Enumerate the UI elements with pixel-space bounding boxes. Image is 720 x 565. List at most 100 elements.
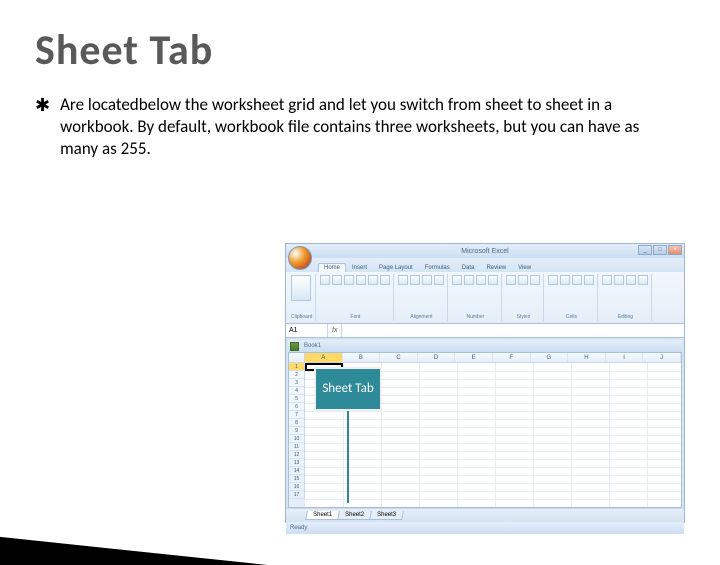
- ribbon-icon[interactable]: [380, 275, 390, 285]
- column-header[interactable]: A: [305, 353, 343, 362]
- status-text: Ready: [290, 525, 307, 531]
- ribbon-tab-review[interactable]: Review: [480, 263, 512, 272]
- ribbon-icon[interactable]: [530, 275, 540, 285]
- ribbon-icon[interactable]: [602, 275, 612, 285]
- ribbon-icon[interactable]: [434, 275, 444, 285]
- column-header[interactable]: F: [493, 353, 531, 362]
- column-headers: ABCDEFGHIJ: [289, 353, 681, 363]
- ribbon-group-editing: Editing: [599, 274, 652, 321]
- app-titlebar: Microsoft Excel _ □ ×: [286, 244, 684, 258]
- ribbon-group-font: Font: [317, 274, 394, 321]
- row-header[interactable]: 10: [289, 435, 305, 443]
- ribbon-icon[interactable]: [332, 275, 342, 285]
- app-title: Microsoft Excel: [461, 248, 508, 255]
- ribbon-icon[interactable]: [464, 275, 474, 285]
- ribbon-icon[interactable]: [626, 275, 636, 285]
- formula-bar: A1 fx: [286, 324, 684, 338]
- row-header[interactable]: 8: [289, 419, 305, 427]
- ribbon-icon[interactable]: [584, 275, 594, 285]
- minimize-button[interactable]: _: [638, 245, 652, 255]
- ribbon-tab-formulas[interactable]: Formulas: [419, 263, 456, 272]
- ribbon-icon[interactable]: [410, 275, 420, 285]
- sheet-tab-sheet1[interactable]: Sheet1: [305, 511, 340, 520]
- close-button[interactable]: ×: [668, 245, 682, 255]
- ribbon-icon[interactable]: [638, 275, 648, 285]
- ribbon-icon[interactable]: [320, 275, 330, 285]
- ribbon-tab-view[interactable]: View: [512, 263, 537, 272]
- ribbon-group-alignment: Alignment: [395, 274, 448, 321]
- column-header[interactable]: D: [418, 353, 456, 362]
- column-header[interactable]: H: [568, 353, 606, 362]
- row-header[interactable]: 5: [289, 395, 305, 403]
- row-header[interactable]: 2: [289, 371, 305, 379]
- slide-body-row: ✱ Are locatedbelow the worksheet grid an…: [35, 94, 720, 160]
- ribbon-body: Clipboard Font Alignment Number Styles Cells E…: [286, 272, 684, 324]
- ribbon-group-styles: Styles: [503, 274, 544, 321]
- select-all-corner[interactable]: [289, 353, 305, 362]
- ribbon-group-label: Styles: [506, 314, 540, 320]
- document-area: Book1 ABCDEFGHIJ 12345678910111213141516…: [286, 338, 684, 508]
- ribbon-icon[interactable]: [344, 275, 354, 285]
- slide-body-text: Are locatedbelow the worksheet grid and …: [60, 94, 670, 160]
- ribbon-group-label: Clipboard: [291, 314, 312, 320]
- document-titlebar: Book1: [288, 340, 682, 352]
- column-header[interactable]: E: [455, 353, 493, 362]
- workbook-icon: [290, 342, 299, 351]
- ribbon-icon[interactable]: [356, 275, 366, 285]
- maximize-button[interactable]: □: [653, 245, 667, 255]
- row-header[interactable]: 17: [289, 491, 305, 499]
- row-header[interactable]: 9: [289, 427, 305, 435]
- ribbon-icon[interactable]: [476, 275, 486, 285]
- column-header[interactable]: J: [643, 353, 681, 362]
- ribbon-icon[interactable]: [506, 275, 516, 285]
- ribbon-icon[interactable]: [560, 275, 570, 285]
- fx-label[interactable]: fx: [328, 324, 342, 337]
- row-header[interactable]: 11: [289, 443, 305, 451]
- ribbon-icon[interactable]: [291, 275, 311, 301]
- name-box[interactable]: A1: [286, 324, 328, 337]
- ribbon-icon[interactable]: [452, 275, 462, 285]
- row-header[interactable]: 3: [289, 379, 305, 387]
- row-header[interactable]: 1: [289, 363, 305, 371]
- ribbon-icon[interactable]: [548, 275, 558, 285]
- ribbon-tab-page-layout[interactable]: Page Layout: [373, 263, 419, 272]
- row-header[interactable]: 7: [289, 411, 305, 419]
- sheet-tab-sheet2[interactable]: Sheet2: [337, 511, 372, 520]
- column-header[interactable]: C: [380, 353, 418, 362]
- row-header[interactable]: 14: [289, 467, 305, 475]
- ribbon-group-number: Number: [449, 274, 502, 321]
- ribbon-group-label: Alignment: [398, 314, 444, 320]
- ribbon-tab-data[interactable]: Data: [456, 263, 481, 272]
- ribbon-icon[interactable]: [572, 275, 582, 285]
- office-button[interactable]: [288, 246, 312, 270]
- callout-label: Sheet Tab: [322, 381, 373, 397]
- ribbon-icon[interactable]: [518, 275, 528, 285]
- sheet-tab-sheet3[interactable]: Sheet3: [369, 511, 404, 520]
- bullet-icon: ✱: [35, 96, 50, 114]
- ribbon-tab-insert[interactable]: Insert: [346, 263, 373, 272]
- callout-connector: [347, 411, 349, 503]
- status-bar: Ready: [286, 522, 684, 534]
- ribbon-group-clipboard: Clipboard: [288, 274, 316, 321]
- window-controls: _ □ ×: [638, 245, 682, 255]
- ribbon-tab-home[interactable]: Home: [318, 263, 346, 272]
- column-header[interactable]: B: [343, 353, 381, 362]
- ribbon-icon[interactable]: [422, 275, 432, 285]
- ribbon-group-label: Editing: [602, 314, 648, 320]
- row-header[interactable]: 12: [289, 451, 305, 459]
- ribbon-group-cells: Cells: [545, 274, 598, 321]
- ribbon-icon[interactable]: [368, 275, 378, 285]
- row-header[interactable]: 13: [289, 459, 305, 467]
- callout-box: Sheet Tab: [314, 367, 382, 411]
- column-header[interactable]: I: [606, 353, 644, 362]
- row-header[interactable]: 15: [289, 475, 305, 483]
- row-header[interactable]: 16: [289, 483, 305, 491]
- ribbon-icon[interactable]: [488, 275, 498, 285]
- row-header[interactable]: 4: [289, 387, 305, 395]
- slide-title: Sheet Tab: [35, 25, 720, 76]
- row-header[interactable]: 6: [289, 403, 305, 411]
- column-header[interactable]: G: [531, 353, 569, 362]
- ribbon-icon[interactable]: [614, 275, 624, 285]
- ribbon-icon[interactable]: [398, 275, 408, 285]
- ribbon-group-label: Number: [452, 314, 498, 320]
